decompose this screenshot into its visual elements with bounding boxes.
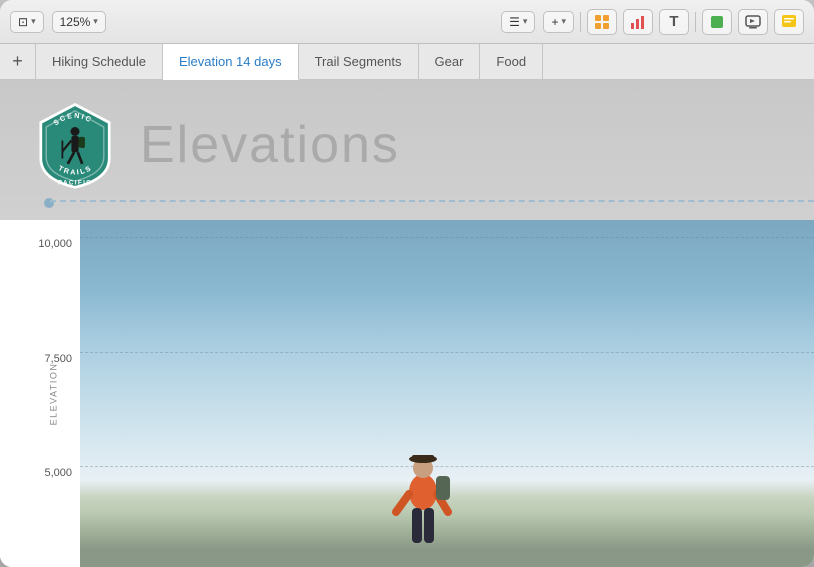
comment-icon	[781, 14, 797, 30]
zoom-button[interactable]: 125% ▾	[52, 11, 106, 33]
y-axis: ELEVATION 10,000 7,500 5,000	[0, 220, 80, 567]
view-mode-button[interactable]: ⊡ ▾	[10, 11, 44, 33]
view-mode-icon: ⊡	[18, 15, 28, 29]
add-button[interactable]: + ▾	[543, 11, 574, 33]
toolbar-right: + ▾	[543, 9, 804, 35]
toolbar: ⊡ ▾ 125% ▾ ☰ ▾ + ▾	[0, 0, 814, 44]
hiker-figure	[388, 432, 458, 567]
add-tab-button[interactable]: +	[0, 44, 36, 79]
list-button[interactable]: ☰ ▾	[501, 11, 535, 33]
tab-elevation[interactable]: Elevation 14 days	[163, 44, 299, 80]
y-axis-7500: 7,500	[44, 353, 72, 365]
add-chevron: ▾	[561, 16, 566, 27]
text-button[interactable]: T	[659, 9, 689, 35]
elevation-axis-label: ELEVATION	[48, 362, 58, 425]
svg-text:PACIFIC: PACIFIC	[58, 180, 92, 187]
shape-button[interactable]	[702, 9, 732, 35]
table-icon	[594, 14, 610, 30]
add-icon: +	[551, 15, 558, 29]
logo-badge: SCENIC TRAILS PACIFIC	[30, 100, 120, 190]
grid-line-7500	[80, 352, 814, 353]
chart-content	[80, 220, 814, 567]
page-title: Elevations	[140, 115, 400, 175]
tab-gear[interactable]: Gear	[419, 44, 481, 79]
logo-svg: SCENIC TRAILS PACIFIC	[30, 100, 120, 190]
toolbar-divider-2	[695, 12, 696, 32]
toolbar-divider-1	[580, 12, 581, 32]
app-window: ⊡ ▾ 125% ▾ ☰ ▾ + ▾	[0, 0, 814, 567]
tab-food-label: Food	[496, 54, 526, 69]
page-header: SCENIC TRAILS PACIFIC Elevations	[0, 80, 814, 220]
chart-area: ELEVATION 10,000 7,500 5,000	[0, 220, 814, 567]
tab-hiking-schedule[interactable]: Hiking Schedule	[36, 44, 163, 79]
list-icon: ☰	[509, 15, 520, 29]
tabs-bar: + Hiking Schedule Elevation 14 days Trai…	[0, 44, 814, 80]
tab-hiking-schedule-label: Hiking Schedule	[52, 54, 146, 69]
y-axis-10000: 10,000	[38, 238, 72, 250]
comment-button[interactable]	[774, 9, 804, 35]
toolbar-center: ☰ ▾	[501, 11, 535, 33]
text-label: T	[669, 13, 678, 30]
toolbar-left: ⊡ ▾ 125% ▾	[10, 11, 493, 33]
tab-gear-label: Gear	[435, 54, 464, 69]
tab-elevation-label: Elevation 14 days	[179, 54, 282, 69]
tab-trail-segments[interactable]: Trail Segments	[299, 44, 419, 79]
zoom-chevron: ▾	[93, 16, 98, 27]
chart-button[interactable]	[623, 9, 653, 35]
tab-trail-segments-label: Trail Segments	[315, 54, 402, 69]
tab-food[interactable]: Food	[480, 44, 543, 79]
chart-icon	[630, 14, 646, 30]
list-chevron: ▾	[523, 16, 528, 27]
grid-line-10000	[80, 237, 814, 238]
media-icon	[745, 14, 761, 30]
y-axis-5000: 5,000	[44, 467, 72, 479]
shape-icon	[709, 14, 725, 30]
selection-dashed-line	[50, 200, 814, 202]
view-mode-chevron: ▾	[31, 16, 36, 27]
media-button[interactable]	[738, 9, 768, 35]
table-button[interactable]	[587, 9, 617, 35]
zoom-label: 125%	[60, 15, 91, 29]
content-area: SCENIC TRAILS PACIFIC Elevations	[0, 80, 814, 567]
